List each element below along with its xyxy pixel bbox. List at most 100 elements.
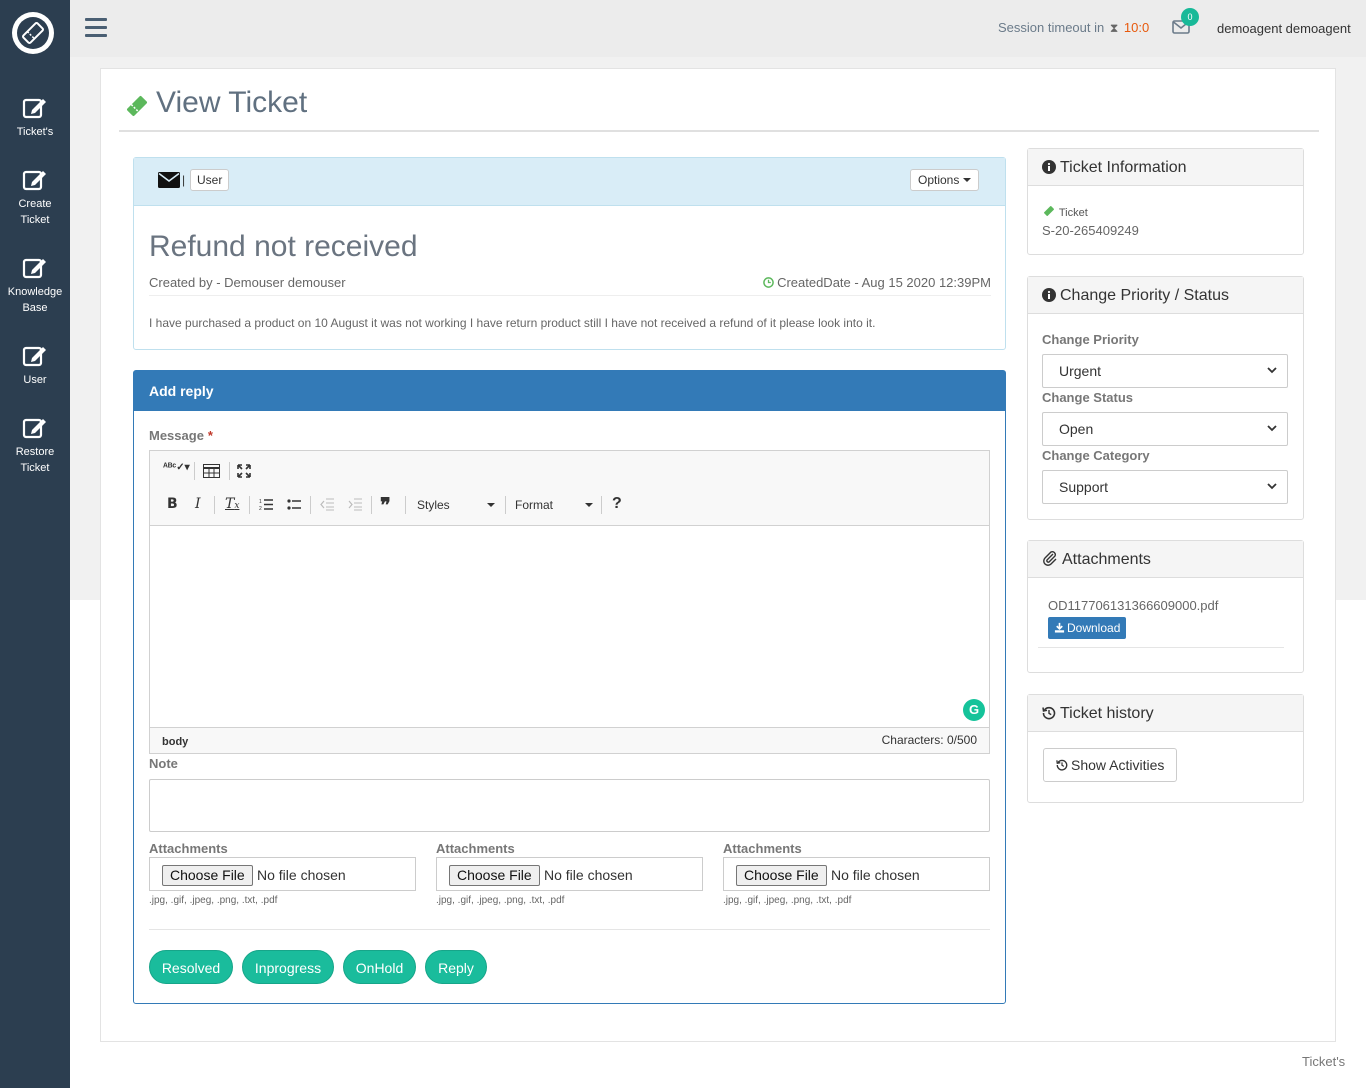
change-priority-status-panel: Change Priority / Status Change Priority… xyxy=(1027,276,1304,520)
history-icon xyxy=(1056,759,1068,771)
bullet-list-icon[interactable] xyxy=(287,498,301,511)
choose-file-button[interactable]: Choose File xyxy=(162,865,253,886)
maximize-icon[interactable] xyxy=(237,464,251,478)
history-icon xyxy=(1042,706,1056,720)
sidebar-item-label: Ticket's xyxy=(16,126,54,138)
edit-icon xyxy=(22,258,46,279)
file-input[interactable]: Choose File No file chosen xyxy=(436,857,703,891)
topbar: Session timeout in ⧗ 10:0 0 demoagent de… xyxy=(70,0,1366,57)
priority-label: Change Priority xyxy=(1042,332,1139,347)
status-select[interactable]: Open xyxy=(1042,412,1288,446)
ticket-icon xyxy=(127,96,147,116)
panel-title: Ticket history xyxy=(1060,705,1154,722)
ticket-label: Ticket xyxy=(1058,207,1088,219)
chevron-down-icon xyxy=(1267,483,1277,490)
editor-content-area[interactable]: G xyxy=(150,526,989,727)
user-badge: User xyxy=(190,169,230,191)
page-header: View Ticket xyxy=(119,84,1319,132)
edit-icon xyxy=(22,346,46,367)
file-input[interactable]: Choose File No file chosen xyxy=(149,857,416,891)
info-icon xyxy=(1042,288,1056,302)
download-icon xyxy=(1054,622,1065,633)
allowed-extensions: .jpg, .gif, .jpeg, .png, .txt, .pdf xyxy=(436,895,565,906)
svg-text:2: 2 xyxy=(259,506,262,511)
numbered-list-icon[interactable]: 12 xyxy=(259,498,273,511)
required-mark: * xyxy=(207,428,213,443)
edit-icon xyxy=(22,170,46,191)
sidebar-item-user[interactable]: User xyxy=(0,344,70,388)
chevron-down-icon xyxy=(1267,425,1277,432)
session-timer: 10:0 xyxy=(1123,20,1150,35)
bold-icon[interactable]: B xyxy=(167,496,178,512)
logo-icon[interactable] xyxy=(12,12,54,54)
italic-icon[interactable]: I xyxy=(195,496,201,512)
ticket-icon xyxy=(1044,206,1054,216)
reply-button[interactable]: Reply xyxy=(425,950,487,984)
attachment-label: Attachments xyxy=(723,841,802,856)
format-dropdown[interactable]: Format xyxy=(515,495,593,515)
editor-footer: body Characters: 0/500 xyxy=(150,727,989,753)
add-reply-form: Add reply Message * ᴬᴮᶜ✓▾ B I Tx 12 ❞ St… xyxy=(133,370,1006,1004)
edit-icon xyxy=(22,98,46,119)
session-timeout: Session timeout in ⧗ 10:0 xyxy=(998,20,1149,36)
char-count: Characters: 0/500 xyxy=(881,733,977,747)
panel-title: Attachments xyxy=(1062,551,1151,568)
download-button[interactable]: Download xyxy=(1048,617,1127,639)
panel-title: Ticket Information xyxy=(1060,159,1187,176)
caret-down-icon xyxy=(962,178,971,182)
choose-file-button[interactable]: Choose File xyxy=(736,865,827,886)
sidebar-item-tickets[interactable]: Ticket's xyxy=(0,96,70,140)
attachments-panel: Attachments OD117706131366609000.pdf Dow… xyxy=(1027,540,1304,673)
grammarly-icon[interactable]: G xyxy=(963,699,985,721)
onhold-button[interactable]: OnHold xyxy=(343,950,416,984)
created-date: CreatedDate - Aug 15 2020 12:39PM xyxy=(777,275,991,290)
priority-select[interactable]: Urgent xyxy=(1042,354,1288,388)
indent-icon[interactable] xyxy=(348,498,362,511)
choose-file-button[interactable]: Choose File xyxy=(449,865,540,886)
hourglass-icon: ⧗ xyxy=(1109,21,1119,35)
sidebar-item-create-ticket[interactable]: Create Ticket xyxy=(0,168,70,228)
main-panel: View Ticket | User Options Refund not re… xyxy=(100,68,1336,1042)
mail-count-badge: 0 xyxy=(1181,8,1199,26)
note-label: Note xyxy=(149,756,178,771)
help-icon[interactable]: ? xyxy=(612,495,622,513)
ticket-details: | User Options Refund not received Creat… xyxy=(133,157,1006,350)
caret-down-icon xyxy=(585,503,593,507)
message-editor: ᴬᴮᶜ✓▾ B I Tx 12 ❞ Styles Format ? G body… xyxy=(149,450,990,754)
outdent-icon[interactable] xyxy=(320,498,334,511)
caret-down-icon xyxy=(487,503,495,507)
file-status: No file chosen xyxy=(257,867,346,883)
table-icon[interactable] xyxy=(203,464,220,478)
element-path[interactable]: body xyxy=(162,736,188,748)
file-status: No file chosen xyxy=(831,867,920,883)
session-label: Session timeout in xyxy=(998,20,1105,35)
menu-toggle-icon[interactable] xyxy=(85,18,107,38)
blockquote-icon[interactable]: ❞ xyxy=(380,493,391,517)
sidebar-item-label: Create Ticket xyxy=(18,198,52,226)
note-textarea[interactable] xyxy=(149,779,990,832)
info-icon xyxy=(1042,160,1056,174)
styles-dropdown[interactable]: Styles xyxy=(417,495,495,515)
sidebar-item-restore-ticket[interactable]: Restore Ticket xyxy=(0,416,70,476)
ticket-description: I have purchased a product on 10 August … xyxy=(149,316,876,330)
sidebar-item-label: User xyxy=(23,374,47,386)
attachment-label: Attachments xyxy=(436,841,515,856)
clock-icon xyxy=(763,277,774,288)
editor-toolbar: ᴬᴮᶜ✓▾ B I Tx 12 ❞ Styles Format ? xyxy=(150,451,989,526)
attachment-filename[interactable]: OD117706131366609000.pdf xyxy=(1048,598,1218,613)
sidebar-item-label: Restore Ticket xyxy=(15,446,55,474)
sidebar-item-knowledge-base[interactable]: Knowledge Base xyxy=(0,256,70,316)
footer-link[interactable]: Ticket's xyxy=(1302,1054,1345,1069)
resolved-button[interactable]: Resolved xyxy=(149,950,233,984)
category-select[interactable]: Support xyxy=(1042,470,1288,504)
add-reply-header: Add reply xyxy=(134,371,1005,411)
file-input[interactable]: Choose File No file chosen xyxy=(723,857,990,891)
inprogress-button[interactable]: Inprogress xyxy=(242,950,334,984)
chevron-down-icon xyxy=(1267,367,1277,374)
ticket-information-panel: Ticket Information Ticket S-20-265409249 xyxy=(1027,148,1304,255)
spellcheck-icon[interactable]: ᴬᴮᶜ✓▾ xyxy=(163,462,190,473)
options-dropdown[interactable]: Options xyxy=(910,169,979,191)
show-activities-button[interactable]: Show Activities xyxy=(1043,748,1178,782)
user-menu[interactable]: demoagent demoagent xyxy=(1217,21,1351,36)
remove-format-icon[interactable]: Tx xyxy=(225,496,239,512)
